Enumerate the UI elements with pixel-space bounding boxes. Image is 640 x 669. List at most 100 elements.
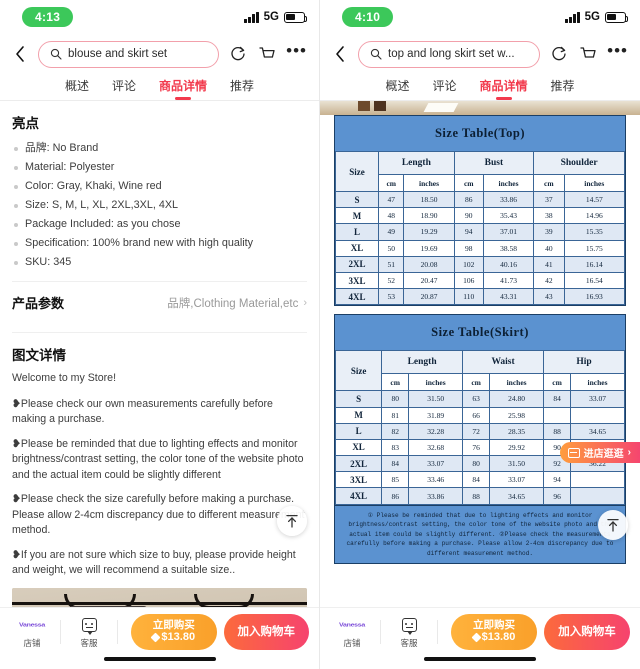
visit-shop-button[interactable]: 进店逛逛 ›: [559, 442, 640, 463]
col-size: Size: [334, 350, 383, 392]
right-phone-screen: 4:10 5G top and long skirt set w... •••: [320, 0, 640, 669]
cell: 80: [381, 390, 410, 408]
cell: 84: [462, 471, 491, 489]
cell: 16.93: [563, 288, 626, 306]
search-input[interactable]: blouse and skirt set: [38, 40, 220, 68]
buy-now-label: 立即购买: [473, 619, 515, 631]
tab-product-details[interactable]: 商品详情: [159, 77, 207, 98]
status-bar-left: 4:13 5G: [0, 0, 319, 34]
arrow-bullet-icon: ❥: [12, 548, 21, 561]
size-table-skirt-title: Size Table(Skirt): [335, 315, 625, 351]
unit-cell: cm: [378, 174, 405, 192]
left-phone-screen: 4:13 5G blouse and skirt set ••• 概述 评论 商…: [0, 0, 320, 669]
cell: L: [334, 422, 383, 440]
cell: M: [334, 406, 383, 424]
chevron-right-icon: ›: [627, 447, 631, 458]
status-bar-right: 4:10 5G: [320, 0, 640, 34]
more-dots-icon[interactable]: •••: [607, 42, 628, 62]
cell: 42: [533, 271, 565, 290]
tab-reviews[interactable]: 评论: [112, 77, 136, 98]
cell: 34.65: [570, 422, 625, 440]
tab-product-details[interactable]: 商品详情: [480, 77, 528, 98]
customer-service-button[interactable]: 客服: [67, 615, 111, 649]
list-item: Size: S, M, L, XL, 2XL,3XL, 4XL: [12, 196, 307, 215]
table-row: L 49 19.29 94 37.01 39 15.35: [334, 223, 626, 241]
cell: 18.90: [403, 207, 455, 225]
table-row: 3XL 85 33.46 84 33.07 94: [334, 471, 625, 489]
shop-bag-icon: [567, 447, 580, 458]
search-input[interactable]: top and long skirt set w...: [358, 40, 541, 68]
refresh-icon[interactable]: [549, 44, 569, 64]
cell: 33.07: [408, 455, 464, 473]
bottom-action-bar-right: Vanessa 店铺 客服 立即购买 $13.80 加入购物车: [320, 607, 640, 669]
battery-icon: [284, 11, 308, 23]
size-chart-scroll[interactable]: Size Table(Top) Size Length Bust Shoulde…: [320, 101, 640, 607]
tab-overview[interactable]: 概述: [65, 77, 89, 98]
tab-overview[interactable]: 概述: [385, 77, 409, 98]
buy-now-button[interactable]: 立即购买 $13.80: [451, 613, 537, 650]
cell: XL: [334, 438, 383, 457]
description-paragraph: ❥If you are not sure which size to buy, …: [12, 548, 307, 579]
unit-cell: inches: [570, 373, 625, 392]
buy-now-price: $13.80: [150, 631, 195, 644]
cart-icon[interactable]: [578, 44, 598, 64]
refresh-icon[interactable]: [228, 44, 248, 64]
cell: 33.86: [408, 487, 464, 505]
cell: 94: [453, 223, 484, 241]
description-lead: Welcome to my Store!: [12, 372, 117, 384]
cell: 38.58: [482, 239, 535, 257]
nav-bar-right: top and long skirt set w... •••: [320, 34, 640, 74]
table-row: 3XL 52 20.47 106 41.73 42 16.54: [334, 271, 626, 290]
cell: 63: [462, 390, 491, 408]
cell: 33.46: [408, 471, 464, 489]
unit-cell: inches: [482, 174, 535, 192]
cell: 85: [381, 471, 410, 489]
shop-button[interactable]: Vanessa 店铺: [10, 615, 54, 649]
left-content-scroll[interactable]: 亮点 品牌: No Brand Material: Polyester Colo…: [0, 101, 319, 607]
back-button[interactable]: [332, 43, 349, 65]
cell: 47: [378, 190, 405, 209]
scroll-to-top-button[interactable]: [598, 510, 628, 540]
tab-reviews[interactable]: 评论: [432, 77, 456, 98]
cell: 33.07: [570, 390, 625, 408]
cart-icon[interactable]: [257, 44, 277, 64]
cell: 76: [462, 438, 491, 457]
description-paragraph: ❥Please check the size carefully before …: [12, 492, 307, 539]
paragraph-text: Please check the size carefully before m…: [12, 493, 305, 536]
paragraph-text: Please check our own measurements carefu…: [12, 397, 273, 426]
cell: 90: [453, 207, 484, 225]
product-params-row[interactable]: 产品参数 品牌,Clothing Material,etc ›: [12, 282, 307, 323]
more-dots-icon[interactable]: •••: [286, 42, 307, 62]
list-item: SKU: 345: [12, 253, 307, 272]
cell: 31.50: [489, 455, 545, 473]
cell: 102: [453, 255, 484, 273]
tab-recommend[interactable]: 推荐: [551, 77, 575, 98]
cell: XL: [334, 239, 380, 257]
scroll-to-top-button[interactable]: [277, 506, 307, 536]
add-to-cart-button[interactable]: 加入购物车: [223, 613, 309, 650]
shop-label: 店铺: [23, 637, 41, 648]
divider: [12, 332, 307, 333]
cell: 34.65: [489, 487, 545, 505]
cell: 96: [543, 487, 572, 505]
cell: 14.96: [563, 207, 626, 225]
nav-bar-left: blouse and skirt set •••: [0, 34, 319, 74]
product-params-value: 品牌,Clothing Material,etc ›: [167, 295, 307, 311]
arrow-bullet-icon: ❥: [12, 397, 21, 410]
buy-now-button[interactable]: 立即购买 $13.80: [131, 613, 217, 650]
product-image[interactable]: [12, 587, 307, 607]
cell: 15.75: [563, 239, 626, 257]
cell: 20.08: [403, 255, 455, 273]
home-indicator: [103, 657, 216, 661]
shop-button[interactable]: Vanessa 店铺: [330, 615, 374, 649]
back-button[interactable]: [12, 43, 29, 65]
highlights-title: 亮点: [12, 116, 39, 131]
table-row: 2XL 51 20.08 102 40.16 41 16.14: [334, 255, 626, 273]
cell: M: [334, 207, 380, 225]
divider: [60, 619, 61, 644]
add-to-cart-label: 加入购物车: [558, 625, 616, 638]
add-to-cart-button[interactable]: 加入购物车: [544, 613, 630, 650]
customer-service-button[interactable]: 客服: [387, 615, 431, 649]
list-item: Color: Gray, Khaki, Wine red: [12, 177, 307, 196]
tab-recommend[interactable]: 推荐: [230, 77, 254, 98]
